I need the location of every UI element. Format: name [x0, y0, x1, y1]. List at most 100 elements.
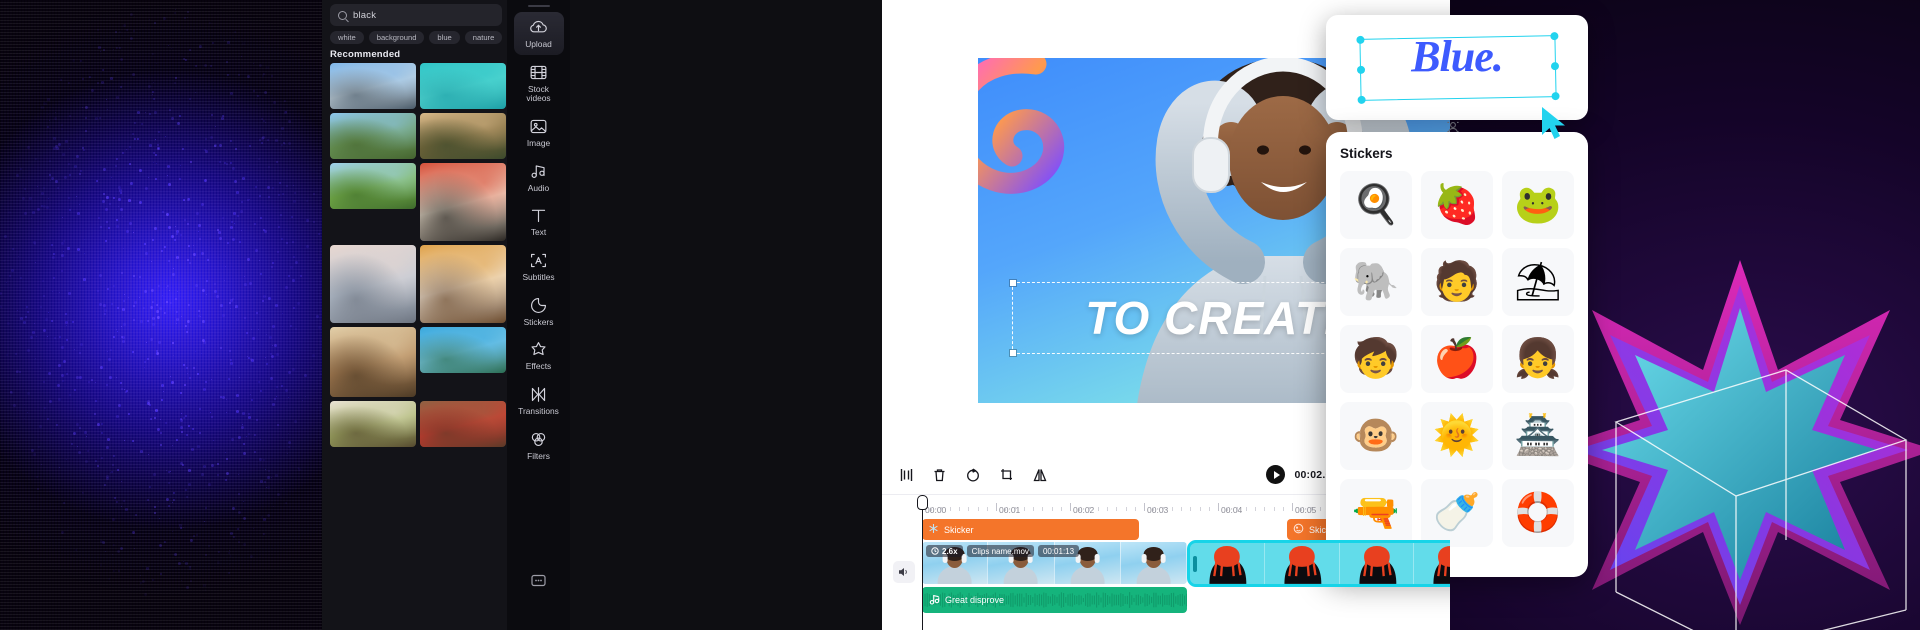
rotate-icon[interactable] [966, 468, 980, 482]
photo-icon [529, 117, 548, 136]
media-thumbnail[interactable] [330, 327, 416, 397]
pigtails-girl-sticker[interactable]: 👧 [1502, 325, 1574, 393]
apple-fine-sticker[interactable]: 🍎 [1421, 325, 1493, 393]
ruler-tick-minor [1246, 507, 1247, 511]
sticker-glyph: 👧 [1514, 340, 1561, 378]
handle-middle-left[interactable] [1357, 66, 1365, 74]
tool-image[interactable]: Image [514, 111, 564, 154]
tag-chip-background[interactable]: background [369, 31, 425, 44]
more-options-icon[interactable] [531, 574, 546, 592]
media-thumbnail[interactable] [420, 63, 506, 109]
sticker-face-icon [1293, 523, 1304, 536]
filmstrip-frame [1190, 543, 1265, 584]
media-thumbnail[interactable] [420, 113, 506, 159]
songkran-text-sticker[interactable]: 🌞 [1421, 402, 1493, 470]
tool-stock-videos[interactable]: Stock videos [514, 57, 564, 109]
sticker-glyph: 🔫 [1352, 494, 1399, 532]
mirror-flip-icon[interactable] [1033, 468, 1047, 482]
sticker-icon [529, 296, 548, 315]
tag-chip-white[interactable]: white [330, 31, 364, 44]
play-icon[interactable] [1266, 465, 1285, 484]
fried-egg-sticker[interactable]: 🍳 [1340, 171, 1412, 239]
search-input[interactable]: black [330, 4, 502, 26]
clip-speed-value: 2.6x [942, 547, 958, 556]
temple-boat-sticker[interactable]: 🛟 [1502, 479, 1574, 547]
tool-label: Audio [528, 184, 549, 194]
monkey-crown-sticker[interactable]: 🐵 [1340, 402, 1412, 470]
tool-rail: Upload Stock videos Image Audio Text Subt… [507, 0, 570, 630]
split-icon[interactable] [900, 468, 913, 482]
songkran-festival-sticker[interactable]: 🧑 [1421, 248, 1493, 316]
handle-bottom-left[interactable] [1010, 350, 1016, 356]
tool-effects[interactable]: Effects [514, 334, 564, 377]
ruler-tick-minor [987, 507, 988, 511]
handle-top-left[interactable] [1356, 36, 1364, 44]
sticker-glyph: 🍼 [1433, 494, 1480, 532]
playhead-knob[interactable] [917, 495, 928, 510]
blue-elephant-sticker[interactable]: 🐘 [1340, 248, 1412, 316]
tag-chip-nature[interactable]: nature [465, 31, 503, 44]
ruler-tick-minor [1209, 507, 1210, 511]
water-gun-sticker[interactable]: 🔫 [1340, 479, 1412, 547]
media-thumbnail[interactable] [330, 401, 416, 447]
ruler-tick-minor [1135, 507, 1136, 511]
ruler-tick-minor [1126, 507, 1127, 511]
text-t-icon [529, 206, 548, 225]
happy-songkran-bottle-sticker[interactable]: 🍼 [1421, 479, 1493, 547]
ruler-tick-minor [1200, 507, 1201, 511]
ruler-tick-minor [1227, 507, 1228, 511]
upload-cloud-icon [529, 18, 548, 37]
mouse-cursor [1540, 105, 1570, 145]
handle-top-left[interactable] [1010, 280, 1016, 286]
filmstrip-frame [1121, 542, 1187, 584]
tag-chip-blue[interactable]: blue [429, 31, 459, 44]
handle-bottom-left[interactable] [1358, 96, 1366, 104]
curly-hair-kid-sticker[interactable]: 🧒 [1340, 325, 1412, 393]
rail-grab-handle[interactable] [528, 5, 550, 7]
filmstrip-frame [1265, 543, 1340, 584]
pagoda-flags-sticker[interactable]: 🏯 [1502, 402, 1574, 470]
media-thumbnail[interactable] [420, 163, 506, 241]
trim-handle-left[interactable] [1193, 556, 1197, 572]
handle-bottom-right[interactable] [1551, 92, 1559, 100]
strawberry-face-sticker[interactable]: 🍓 [1421, 171, 1493, 239]
audio-track[interactable]: Great disprove [922, 587, 1187, 613]
ruler-tick-minor [959, 507, 960, 511]
media-thumbnail[interactable] [330, 113, 416, 159]
media-thumbnail[interactable] [330, 245, 416, 323]
tool-filters[interactable]: Filters [514, 424, 564, 467]
media-thumbnail[interactable] [330, 163, 416, 209]
speaker-icon[interactable] [893, 561, 915, 583]
tool-transitions[interactable]: Transitions [514, 379, 564, 422]
blue-selection-box[interactable] [1359, 35, 1556, 101]
sticker-track-1[interactable]: Skicker [922, 519, 1139, 540]
playhead[interactable] [922, 495, 923, 630]
media-thumbnail[interactable] [420, 401, 506, 447]
media-thumbnail[interactable] [330, 63, 416, 109]
timeline-gutter [882, 517, 922, 630]
crop-icon[interactable] [1000, 468, 1013, 482]
tool-text[interactable]: Text [514, 200, 564, 243]
sticker-glyph: 🍳 [1352, 186, 1399, 224]
tool-label: Upload [525, 40, 552, 50]
media-thumbnail[interactable] [420, 245, 506, 323]
ruler-tick-minor [1079, 507, 1080, 511]
tool-subtitles[interactable]: Subtitles [514, 245, 564, 288]
tool-stickers[interactable]: Stickers [514, 290, 564, 333]
media-thumbnail[interactable] [420, 327, 506, 373]
delete-trash-icon[interactable] [933, 468, 946, 482]
tool-upload[interactable]: Upload [514, 12, 564, 55]
media-thumbnail-grid [330, 63, 506, 447]
sand-pagoda-sticker[interactable]: ⛱ [1502, 248, 1574, 316]
sticker-glyph: 🍎 [1433, 340, 1480, 378]
ruler-tick-minor [1042, 507, 1043, 511]
ruler-label: 00:05 [1295, 505, 1316, 515]
main-video-clip[interactable]: 2.6x Clips name.mov 00:01:13 [922, 542, 1187, 584]
tool-audio[interactable]: Audio [514, 156, 564, 199]
stickers-grid: 🍳 🍓 🐸 🐘 🧑 ⛱ 🧒 🍎 👧 🐵 🌞 🏯 🔫 🍼 🛟 [1340, 171, 1574, 547]
ruler-label: 00:02 [1073, 505, 1094, 515]
ruler-tick-minor [941, 507, 942, 511]
frog-bowtie-sticker[interactable]: 🐸 [1502, 171, 1574, 239]
tool-label: Transitions [518, 407, 559, 417]
selected-video-clip[interactable] [1187, 540, 1450, 587]
